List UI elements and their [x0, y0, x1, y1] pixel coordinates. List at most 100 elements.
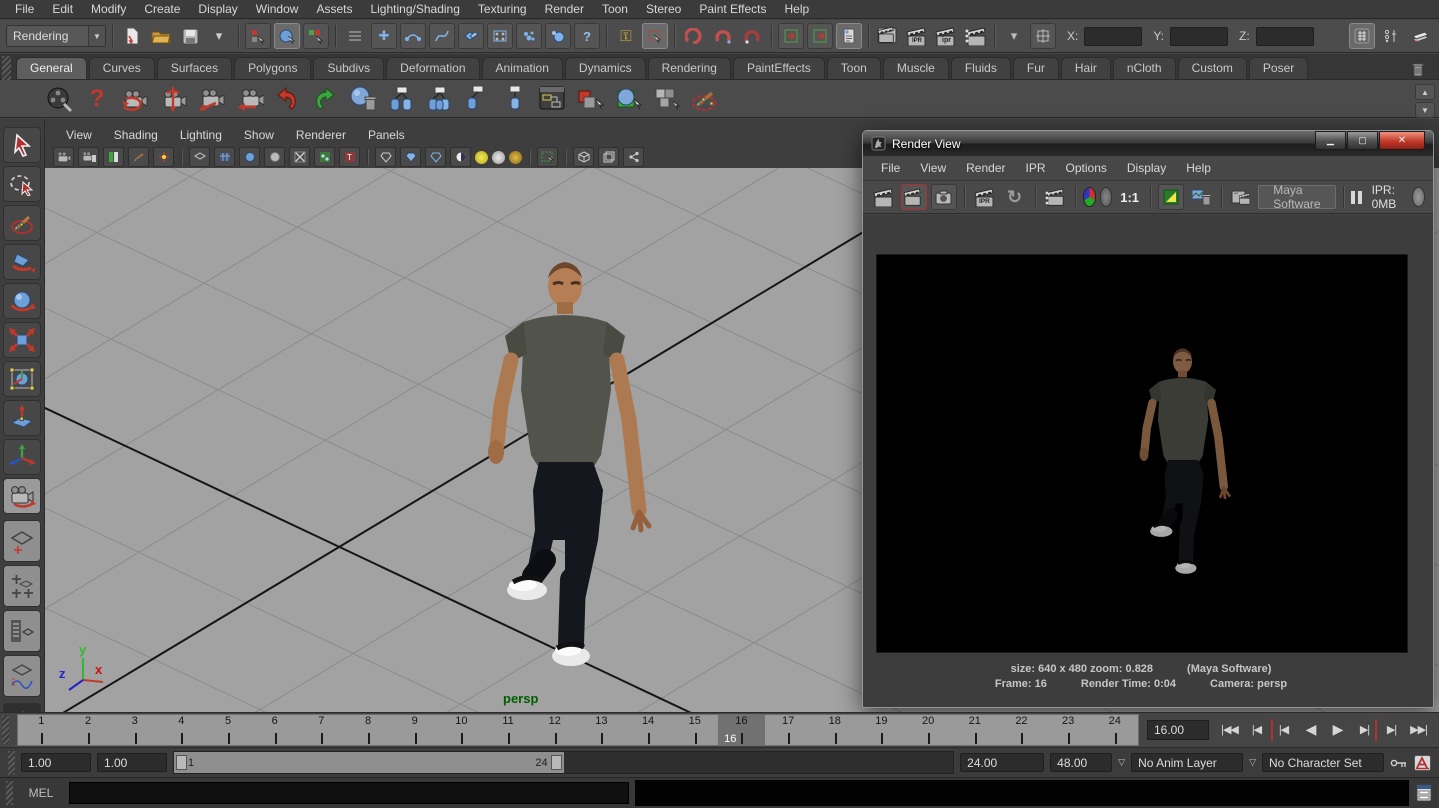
step-forward-frame-button[interactable]: ▶| [1379, 719, 1404, 741]
character-set-dropdown-icon[interactable]: ▽ [1249, 757, 1256, 768]
refresh-ipr-icon[interactable] [1002, 184, 1028, 210]
character-model[interactable] [453, 240, 668, 670]
render-in-icon[interactable] [778, 23, 804, 49]
menu-item-paint-effects[interactable]: Paint Effects [690, 2, 775, 16]
range-grip[interactable] [8, 751, 15, 775]
select-by-object-icon[interactable] [274, 23, 300, 49]
menu-item-edit[interactable]: Edit [43, 2, 82, 16]
move-tool[interactable] [3, 244, 41, 280]
2d-pan-zoom-icon[interactable] [128, 147, 149, 167]
range-track[interactable]: 1 24 [173, 751, 954, 774]
shadows-icon[interactable] [314, 147, 335, 167]
render-sequence-icon[interactable] [962, 23, 988, 49]
new-scene-icon[interactable] [119, 23, 145, 49]
shelf-tab-poser[interactable]: Poser [1249, 57, 1308, 79]
play-backwards-button[interactable]: ◀ [1298, 719, 1323, 741]
scale-tool[interactable] [3, 322, 41, 358]
input-operations-icon[interactable] [574, 23, 600, 49]
menu-item-stereo[interactable]: Stereo [637, 2, 690, 16]
show-manipulator-tool[interactable] [3, 439, 41, 475]
timeline-grip[interactable] [2, 716, 9, 744]
render-globe-icon[interactable] [44, 84, 74, 114]
zoom-ratio-label[interactable]: 1:1 [1120, 190, 1139, 205]
make-live-icon[interactable] [487, 23, 513, 49]
menu-item-lighting-shading[interactable]: Lighting/Shading [361, 2, 468, 16]
shelf-tab-curves[interactable]: Curves [89, 57, 155, 79]
shelf-tab-surfaces[interactable]: Surfaces [157, 57, 232, 79]
default-lighting-icon[interactable] [264, 147, 285, 167]
alpha-channel-icon[interactable] [1100, 187, 1113, 207]
channel-box-toggle-icon[interactable] [1407, 23, 1433, 49]
paint-selection-tool[interactable] [3, 205, 41, 241]
y-coord-input[interactable] [1170, 27, 1228, 46]
playback-start-field[interactable]: 1.00 [97, 753, 167, 772]
menu-item-create[interactable]: Create [135, 2, 189, 16]
menu-item-texturing[interactable]: Texturing [469, 2, 536, 16]
undo-icon[interactable] [272, 84, 302, 114]
timeline-frame-5[interactable]: 5 [205, 715, 252, 745]
stop-render-icon[interactable] [1412, 187, 1425, 207]
timeline-frame-15[interactable]: 15 [671, 715, 718, 745]
timeline-frame-13[interactable]: 13 [578, 715, 625, 745]
color-management-icon[interactable] [1158, 184, 1184, 210]
shelf-scroll-up-icon[interactable]: ▲ [1415, 84, 1435, 100]
timeline-frame-6[interactable]: 6 [251, 715, 298, 745]
xray-active-icon[interactable] [400, 147, 421, 167]
shelf-tab-deformation[interactable]: Deformation [386, 57, 479, 79]
panel-menu-item-shading[interactable]: Shading [103, 128, 169, 142]
attribute-editor-toggle-icon[interactable] [1349, 23, 1375, 49]
wireframe-mode-icon[interactable] [189, 147, 210, 167]
shelf-scroll-down-icon[interactable]: ▼ [1415, 102, 1435, 118]
shelf-tab-dynamics[interactable]: Dynamics [565, 57, 646, 79]
hypershade-icon[interactable] [538, 84, 568, 114]
last-tool-used[interactable] [3, 478, 41, 514]
universal-manipulator-tool[interactable] [3, 361, 41, 397]
timeline-frame-24[interactable]: 24 [1091, 715, 1138, 745]
absolute-relative-icon[interactable] [1030, 23, 1056, 49]
go-to-start-button[interactable]: |◀◀ [1217, 719, 1242, 741]
snap-mode-icon[interactable] [245, 23, 271, 49]
panel-menu-item-lighting[interactable]: Lighting [169, 128, 233, 142]
go-to-end-button[interactable]: ▶▶| [1406, 719, 1431, 741]
auto-keyframe-icon[interactable] [1414, 755, 1431, 771]
layout-single-persp-button[interactable] [3, 520, 41, 562]
shelf-tab-subdivs[interactable]: Subdivs [313, 57, 384, 79]
menu-item-display[interactable]: Display [189, 2, 246, 16]
shelf-tab-fur[interactable]: Fur [1013, 57, 1059, 79]
light-gray-icon[interactable] [492, 151, 505, 164]
render-current-frame-icon[interactable] [871, 184, 897, 210]
light-yellow-icon[interactable] [475, 151, 488, 164]
render-camera-track-icon[interactable] [234, 84, 264, 114]
utility-node-icon[interactable] [500, 84, 530, 114]
soft-modification-tool[interactable] [3, 400, 41, 436]
bookmark-icon[interactable] [78, 147, 99, 167]
renderer-selector[interactable]: Maya Software [1258, 185, 1336, 209]
step-back-key-button[interactable]: |◀ [1271, 719, 1296, 741]
snap-grid-icon[interactable] [342, 23, 368, 49]
snap-planes-icon[interactable] [458, 23, 484, 49]
playback-end-field[interactable]: 24.00 [960, 753, 1044, 772]
menu-item-modify[interactable]: Modify [82, 2, 135, 16]
pause-ipr-icon[interactable] [1351, 191, 1362, 204]
render-view-menu-item-view[interactable]: View [910, 161, 956, 175]
delete-unused-nodes-icon[interactable] [348, 84, 378, 114]
script-editor-icon[interactable] [1415, 783, 1433, 803]
anim-layer-field[interactable]: No Anim Layer [1131, 753, 1243, 772]
highlight-selection-icon[interactable] [642, 23, 668, 49]
render-view-window[interactable]: Render View ▁ ▢ ✕ FileViewRenderIPROptio… [862, 130, 1434, 708]
current-time-field[interactable]: 16.00 [1147, 720, 1209, 740]
render-settings-icon[interactable]: ipr [933, 23, 959, 49]
rgb-channels-icon[interactable] [1083, 187, 1096, 207]
shelf-tab-general[interactable]: General [16, 57, 87, 79]
shelf-tab-toon[interactable]: Toon [827, 57, 881, 79]
shelf-tab-hair[interactable]: Hair [1061, 57, 1111, 79]
render-view-menu-item-ipr[interactable]: IPR [1016, 161, 1056, 175]
shading-network-node-icon[interactable] [424, 84, 454, 114]
snapshot-icon[interactable] [931, 184, 957, 210]
timeline-frame-11[interactable]: 11 [485, 715, 532, 745]
timeline-frame-19[interactable]: 19 [858, 715, 905, 745]
render-view-title-bar[interactable]: Render View ▁ ▢ ✕ [863, 131, 1433, 156]
redo-previous-render-icon[interactable] [901, 184, 927, 210]
render-out-icon[interactable] [807, 23, 833, 49]
timeline-frame-14[interactable]: 14 [625, 715, 672, 745]
